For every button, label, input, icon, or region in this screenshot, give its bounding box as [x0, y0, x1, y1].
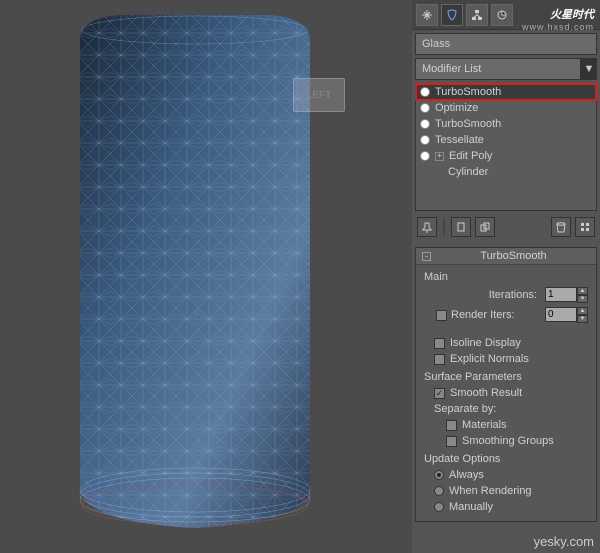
collapse-icon[interactable]: - — [422, 252, 431, 261]
materials-label: Materials — [462, 419, 507, 431]
smoothing-groups-checkbox[interactable] — [446, 436, 457, 447]
explicit-normals-checkbox[interactable] — [434, 354, 445, 365]
make-unique-icon[interactable] — [475, 217, 495, 237]
when-rendering-radio[interactable] — [434, 486, 444, 496]
modifier-turbosmooth-1[interactable]: TurboSmooth — [416, 84, 596, 100]
modifier-optimize[interactable]: Optimize — [416, 100, 596, 116]
lightbulb-icon[interactable] — [420, 151, 430, 161]
update-options-label: Update Options — [424, 453, 588, 465]
modifier-list-dropdown[interactable]: Modifier List — [415, 58, 581, 80]
rollout-title: TurboSmooth — [437, 250, 590, 262]
iterations-input[interactable] — [545, 287, 577, 302]
expand-icon[interactable]: + — [435, 152, 444, 161]
show-end-result-icon[interactable] — [451, 217, 471, 237]
separate-by-label: Separate by: — [424, 403, 588, 415]
render-iters-label: Render Iters: — [451, 309, 541, 321]
render-iters-input[interactable] — [545, 307, 577, 322]
materials-checkbox[interactable] — [446, 420, 457, 431]
stack-toolbar — [412, 211, 600, 243]
surface-params-label: Surface Parameters — [424, 371, 588, 383]
explicit-normals-label: Explicit Normals — [450, 353, 529, 365]
3d-viewport[interactable]: z LEFT — [0, 0, 412, 553]
rollout-header[interactable]: - TurboSmooth — [416, 248, 596, 265]
modifier-stack[interactable]: TurboSmooth Optimize TurboSmooth Tessell… — [415, 83, 597, 211]
spinner-down-icon[interactable]: ▼ — [577, 315, 588, 323]
pin-stack-icon[interactable] — [417, 217, 437, 237]
manually-radio[interactable] — [434, 502, 444, 512]
lightbulb-icon[interactable] — [420, 103, 430, 113]
smoothing-groups-label: Smoothing Groups — [462, 435, 554, 447]
smooth-result-label: Smooth Result — [450, 387, 522, 399]
spinner-up-icon[interactable]: ▲ — [577, 287, 588, 295]
spinner-up-icon[interactable]: ▲ — [577, 307, 588, 315]
remove-modifier-icon[interactable] — [551, 217, 571, 237]
iterations-label: Iterations: — [436, 289, 541, 301]
lightbulb-icon[interactable] — [420, 119, 430, 129]
lightbulb-icon[interactable] — [420, 135, 430, 145]
watermark-yesky: yesky.com — [534, 534, 594, 549]
modify-tab-icon[interactable] — [441, 4, 463, 26]
motion-tab-icon[interactable] — [491, 4, 513, 26]
spinner-down-icon[interactable]: ▼ — [577, 295, 588, 303]
iterations-spinner[interactable]: ▲▼ — [545, 287, 588, 303]
dropdown-arrow-icon[interactable]: ▼ — [581, 58, 597, 80]
isoline-checkbox[interactable] — [434, 338, 445, 349]
view-cube[interactable]: LEFT — [293, 78, 345, 112]
smooth-result-checkbox[interactable] — [434, 388, 445, 399]
when-rendering-label: When Rendering — [449, 485, 532, 497]
main-group-label: Main — [424, 271, 588, 283]
watermark-hxsd: 火星时代 www.hxsd.com — [522, 6, 594, 32]
modifier-edit-poly[interactable]: +Edit Poly — [416, 148, 596, 164]
svg-text:z: z — [194, 306, 200, 318]
lightbulb-icon[interactable] — [420, 87, 430, 97]
modifier-tessellate[interactable]: Tessellate — [416, 132, 596, 148]
configure-sets-icon[interactable] — [575, 217, 595, 237]
turbosmooth-rollout: - TurboSmooth Main Iterations: ▲▼ Render… — [415, 247, 597, 522]
render-iters-checkbox[interactable] — [436, 310, 447, 321]
isoline-label: Isoline Display — [450, 337, 521, 349]
command-panel: Glass Modifier List ▼ TurboSmooth Optimi… — [412, 0, 600, 553]
always-label: Always — [449, 469, 484, 481]
render-iters-spinner[interactable]: ▲▼ — [545, 307, 588, 323]
create-tab-icon[interactable] — [416, 4, 438, 26]
object-name-field[interactable]: Glass — [415, 33, 597, 55]
modifier-turbosmooth-2[interactable]: TurboSmooth — [416, 116, 596, 132]
manually-label: Manually — [449, 501, 493, 513]
base-object-cylinder[interactable]: Cylinder — [416, 164, 596, 180]
always-radio[interactable] — [434, 470, 444, 480]
hierarchy-tab-icon[interactable] — [466, 4, 488, 26]
